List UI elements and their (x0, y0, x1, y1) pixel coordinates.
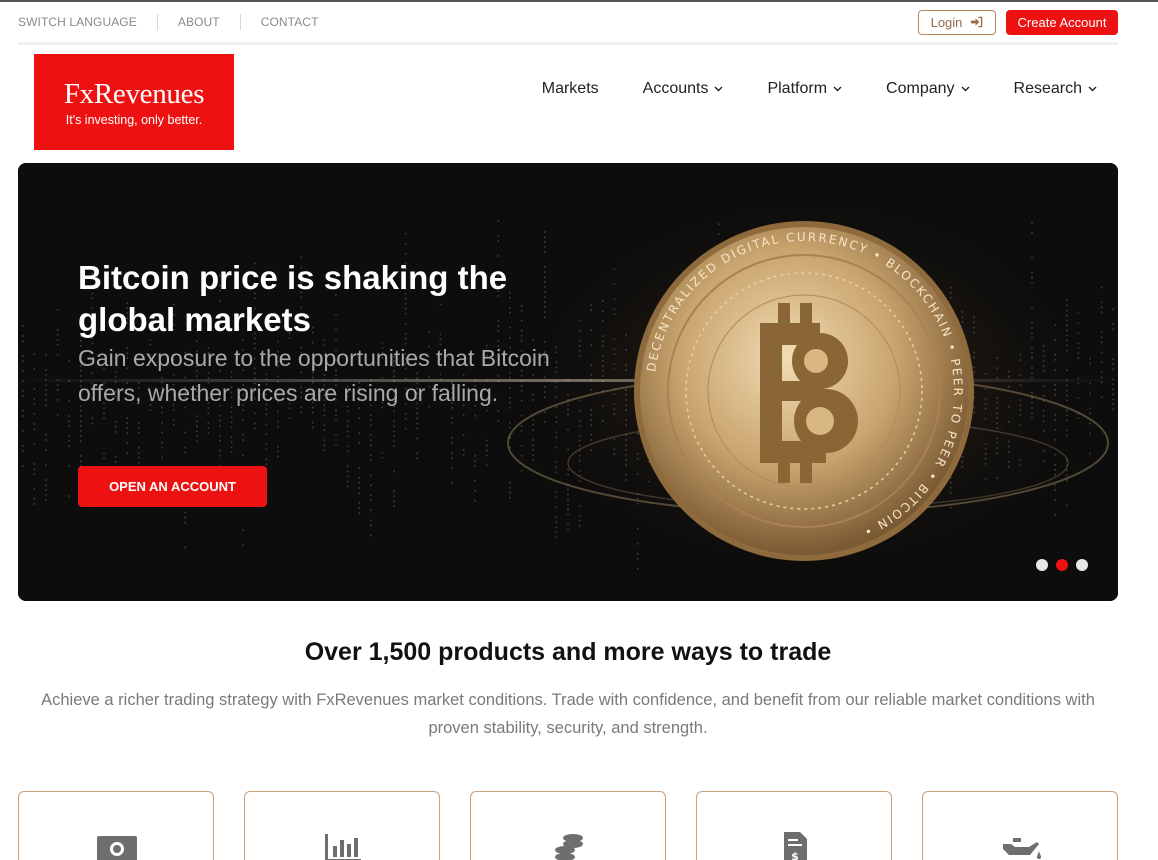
product-card-indices[interactable] (244, 791, 440, 860)
dollar-document-icon: $ (784, 832, 807, 860)
contact-link[interactable]: CONTACT (261, 15, 319, 29)
svg-text:$: $ (791, 850, 799, 860)
product-card-commodities[interactable] (470, 791, 666, 860)
nav-item-markets[interactable]: Markets (542, 80, 599, 98)
nav-item-accounts[interactable]: Accounts (643, 80, 724, 98)
product-card-forex[interactable] (18, 791, 214, 860)
bar-chart-icon (325, 834, 361, 860)
nav-item-platform[interactable]: Platform (767, 80, 842, 98)
carousel-dot[interactable] (1036, 559, 1048, 571)
nav-item-label: Company (886, 80, 955, 97)
nav-item-label: Markets (541, 80, 599, 97)
carousel-indicators (1036, 559, 1088, 571)
nav-item-label: Accounts (642, 80, 709, 97)
brand-logo[interactable]: FxRevenues It's investing, only better. (34, 54, 234, 150)
divider (239, 14, 241, 30)
about-link[interactable]: ABOUT (178, 15, 220, 29)
create-account-button[interactable]: Create Account (1006, 9, 1118, 35)
nav-item-research[interactable]: Research (1014, 80, 1097, 98)
sign-in-icon (971, 16, 983, 28)
brand-name: FxRevenues (63, 77, 205, 110)
cash-icon (97, 836, 137, 860)
carousel-dot[interactable] (1076, 559, 1088, 571)
utility-bar: SWITCH LANGUAGE ABOUT CONTACT Login Crea… (18, 2, 1118, 42)
utility-links: SWITCH LANGUAGE ABOUT CONTACT (18, 14, 319, 30)
switch-language-link[interactable]: SWITCH LANGUAGE (18, 15, 137, 29)
chevron-down-icon (714, 86, 723, 92)
products-section-description: Achieve a richer trading strategy with F… (41, 691, 1095, 737)
bitcoin-coin: DECENTRALIZED DIGITAL CURRENCY • BLOCKCH… (634, 221, 974, 561)
chevron-down-icon (961, 86, 970, 92)
login-button[interactable]: Login (918, 9, 996, 35)
product-cards: $ (18, 791, 1118, 860)
brand-tagline: It's investing, only better. (65, 112, 203, 127)
nav-item-label: Platform (767, 80, 828, 97)
oil-can-icon (1003, 838, 1041, 859)
chevron-down-icon (833, 86, 842, 92)
carousel-dot-active[interactable] (1056, 559, 1068, 571)
hero-title: Bitcoin price is shaking the global mark… (78, 259, 508, 338)
coins-icon (555, 834, 583, 860)
product-card-energies[interactable] (922, 791, 1118, 860)
open-account-button[interactable]: OPEN AN ACCOUNT (78, 466, 267, 507)
divider (156, 14, 158, 30)
account-actions: Login Create Account (918, 9, 1118, 35)
nav-item-label: Research (1013, 80, 1082, 97)
main-nav: Markets Accounts Platform Company Resear… (542, 80, 1097, 98)
nav-item-company[interactable]: Company (886, 80, 970, 98)
header-divider (18, 42, 1118, 45)
login-label: Login (930, 14, 963, 30)
product-card-shares[interactable]: $ (696, 791, 892, 860)
hero-subtitle: Gain exposure to the opportunities that … (78, 345, 550, 406)
products-section-title: Over 1,500 products and more ways to tra… (304, 638, 832, 666)
chevron-down-icon (1088, 86, 1097, 92)
hero-banner: DECENTRALIZED DIGITAL CURRENCY • BLOCKCH… (18, 163, 1118, 601)
